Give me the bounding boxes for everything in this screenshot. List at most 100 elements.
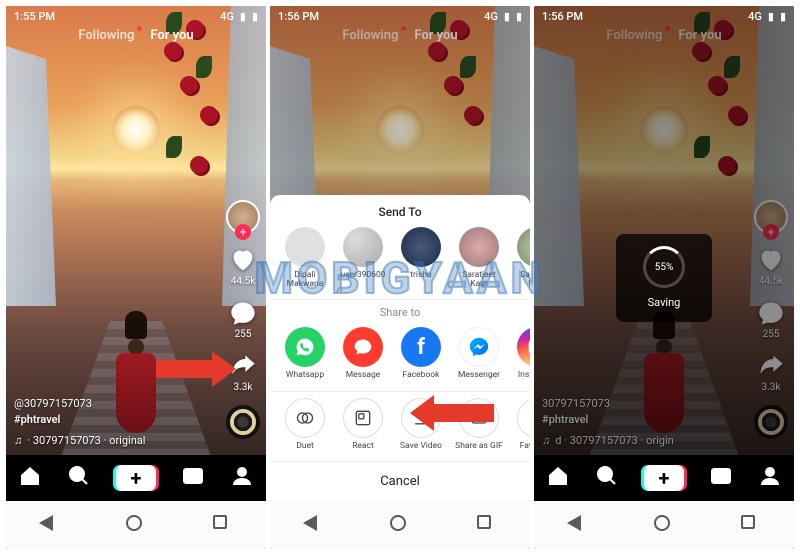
comment-icon <box>229 299 257 327</box>
app-bottom-bar: + <box>6 455 266 501</box>
nav-create[interactable]: + <box>644 465 684 491</box>
instagram-icon <box>517 327 530 367</box>
network-label: 4G <box>220 10 234 23</box>
tab-for-you[interactable]: For you <box>150 28 193 43</box>
bookmark-icon <box>517 398 530 438</box>
nav-discover[interactable] <box>67 464 91 492</box>
contact-chip[interactable]: Dipali Makwana <box>280 227 330 290</box>
annotation-arrow-share <box>156 351 236 387</box>
nav-home[interactable] <box>546 464 570 492</box>
share-instagram[interactable]: Instagram <box>512 327 530 380</box>
platforms-row[interactable]: Whatsapp Message fFacebook Messenger Ins… <box>270 327 530 390</box>
android-recents[interactable] <box>741 515 761 535</box>
comment-count: 255 <box>235 329 252 340</box>
home-icon <box>18 464 42 488</box>
avatar-icon <box>517 227 530 267</box>
share-whatsapp[interactable]: Whatsapp <box>280 327 330 380</box>
home-circle-icon <box>654 515 670 531</box>
contacts-row[interactable]: Dipali Makwana user390600 trishu Saratje… <box>270 227 530 300</box>
cancel-button[interactable]: Cancel <box>270 461 530 501</box>
clock: 1:55 PM <box>14 10 55 23</box>
nav-profile[interactable] <box>230 464 254 492</box>
back-triangle-icon <box>303 515 317 531</box>
send-to-heading: Send To <box>270 205 530 219</box>
music-note-icon: ♫ <box>14 433 22 450</box>
android-home[interactable] <box>390 515 410 535</box>
signal-icon: ▮ <box>240 10 246 23</box>
author-handle[interactable]: @30797157073 <box>14 396 145 413</box>
android-recents[interactable] <box>213 515 233 535</box>
android-home[interactable] <box>654 515 674 535</box>
sound-disc[interactable] <box>226 405 260 439</box>
video-caption: @30797157073 #phtravel ♫ · 30797157073 ·… <box>14 396 145 450</box>
battery-icon: ▮ <box>252 10 258 23</box>
annotation-arrow-save <box>410 395 494 431</box>
signal-icon: ▮ <box>504 10 510 23</box>
tab-following[interactable]: Following <box>78 28 134 43</box>
android-nav-bar <box>6 501 266 549</box>
screenshot-step-3: 1:56 PM 4G ▮ ▮ Following For you + 44.5k <box>534 6 794 549</box>
action-duet[interactable]: Duet <box>280 398 330 451</box>
music-marquee[interactable]: ♫ · 30797157073 · original <box>14 433 145 450</box>
like-count: 44.5k <box>231 276 256 287</box>
share-count: 3.3k <box>234 382 253 393</box>
avatar-icon <box>459 227 499 267</box>
like-button[interactable]: 44.5k <box>229 246 257 287</box>
action-rail: + 44.5k 255 3.3k <box>226 200 260 439</box>
author-avatar[interactable]: + <box>226 200 260 234</box>
share-message[interactable]: Message <box>338 327 388 380</box>
notification-dot-icon <box>137 26 142 31</box>
profile-icon <box>758 464 782 488</box>
clock: 1:56 PM <box>278 10 319 23</box>
inbox-icon <box>181 464 205 488</box>
progress-ring-icon: 55% <box>643 246 685 288</box>
comment-button[interactable]: 255 <box>229 299 257 340</box>
avatar-icon <box>343 227 383 267</box>
facebook-icon: f <box>401 327 441 367</box>
android-back[interactable] <box>303 515 323 535</box>
network-label: 4G <box>484 10 498 23</box>
share-facebook[interactable]: fFacebook <box>396 327 446 380</box>
android-back[interactable] <box>39 515 59 535</box>
nav-profile[interactable] <box>758 464 782 492</box>
home-circle-icon <box>126 515 142 531</box>
progress-percent: 55% <box>646 249 682 285</box>
screenshot-step-2: 1:56 PM 4G ▮ ▮ Following For you + Send … <box>270 6 530 549</box>
android-home[interactable] <box>126 515 146 535</box>
follow-plus-icon[interactable]: + <box>235 224 251 240</box>
nav-create[interactable]: + <box>116 465 156 491</box>
search-icon <box>595 464 619 488</box>
nav-home[interactable] <box>18 464 42 492</box>
contact-chip[interactable]: Saratjeet Kaur <box>454 227 504 290</box>
nav-inbox[interactable] <box>181 464 205 492</box>
network-label: 4G <box>748 10 762 23</box>
saving-progress: 55% Saving <box>616 234 712 322</box>
action-favorites[interactable]: Favorites <box>512 398 530 451</box>
hashtag[interactable]: #phtravel <box>14 412 145 429</box>
profile-icon <box>230 464 254 488</box>
android-recents[interactable] <box>477 515 497 535</box>
contact-chip[interactable]: trishu <box>396 227 446 290</box>
action-react[interactable]: React <box>338 398 388 451</box>
saving-label: Saving <box>648 296 681 309</box>
messenger-icon <box>459 327 499 367</box>
nav-discover[interactable] <box>595 464 619 492</box>
android-nav-bar <box>534 501 794 549</box>
recents-square-icon <box>213 515 227 529</box>
back-triangle-icon <box>567 515 581 531</box>
share-messenger[interactable]: Messenger <box>454 327 504 380</box>
clock: 1:56 PM <box>542 10 583 23</box>
status-bar: 1:55 PM 4G ▮ ▮ <box>6 6 266 26</box>
duet-icon <box>285 398 325 438</box>
back-triangle-icon <box>39 515 53 531</box>
screenshot-step-1: 1:55 PM 4G ▮ ▮ Following For you + 44.5k <box>6 6 266 549</box>
contact-chip[interactable]: user390600 <box>338 227 388 290</box>
inbox-icon <box>709 464 733 488</box>
android-back[interactable] <box>567 515 587 535</box>
nav-inbox[interactable] <box>709 464 733 492</box>
contact-chip[interactable]: Saratjeet Kaur <box>512 227 530 290</box>
app-bottom-bar: + <box>534 455 794 501</box>
search-icon <box>67 464 91 488</box>
heart-icon <box>229 246 257 274</box>
plus-icon: + <box>659 468 670 488</box>
